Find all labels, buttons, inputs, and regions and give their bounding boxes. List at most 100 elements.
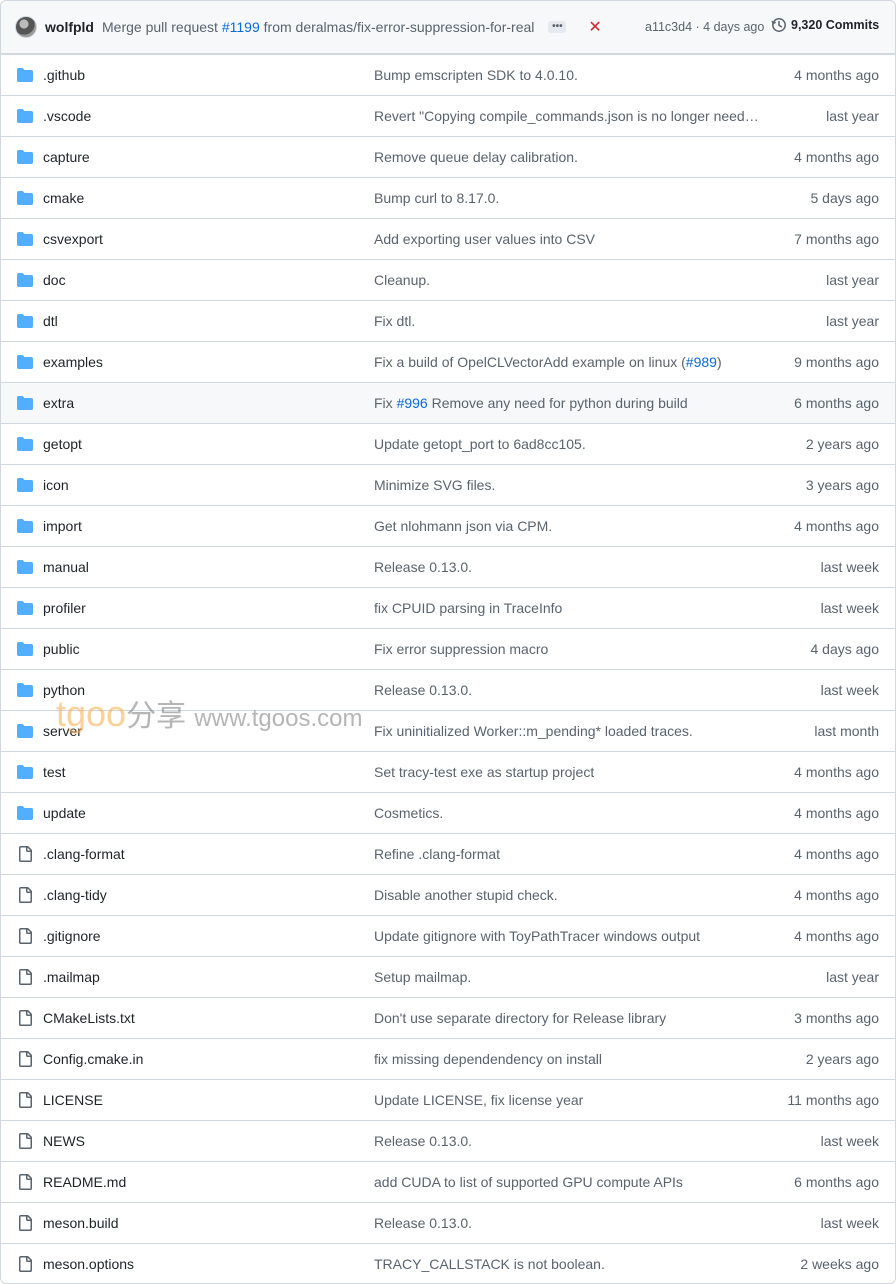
file-row[interactable]: examples Fix a build of OpelCLVectorAdd e… (1, 341, 895, 382)
commit-message-link[interactable]: Release 0.13.0. (374, 1133, 472, 1149)
file-name-link[interactable]: update (43, 805, 86, 821)
commit-age[interactable]: 3 years ago (806, 477, 879, 493)
commit-age[interactable]: 4 months ago (794, 149, 879, 165)
file-name-link[interactable]: server (43, 723, 82, 739)
pull-request-link[interactable]: #1199 (222, 19, 260, 35)
commit-message-link[interactable]: TRACY_CALLSTACK is not boolean. (374, 1256, 605, 1272)
file-row[interactable]: import Get nlohmann json via CPM. 4 months… (1, 505, 895, 546)
commit-message-link[interactable]: Remove queue delay calibration. (374, 149, 578, 165)
check-failed-icon[interactable]: ✕ (588, 17, 601, 37)
file-row[interactable]: .github Bump emscripten SDK to 4.0.10. 4 m… (1, 54, 895, 95)
commit-age[interactable]: 9 months ago (794, 354, 879, 370)
commit-age[interactable]: 7 months ago (794, 231, 879, 247)
commit-message-link[interactable]: Release 0.13.0. (374, 682, 472, 698)
file-name-link[interactable]: Config.cmake.in (43, 1051, 143, 1067)
file-row[interactable]: doc Cleanup. last year (1, 259, 895, 300)
file-row[interactable]: update Cosmetics. 4 months ago (1, 792, 895, 833)
file-row[interactable]: .gitignore Update gitignore with ToyPathT… (1, 915, 895, 956)
file-name-link[interactable]: icon (43, 477, 69, 493)
file-name-link[interactable]: python (43, 682, 85, 698)
file-name-link[interactable]: meson.options (43, 1256, 134, 1272)
commit-message-link[interactable]: Minimize SVG files. (374, 477, 495, 493)
commit-message-link[interactable]: Update gitignore with ToyPathTracer wind… (374, 928, 700, 944)
commit-message-link[interactable]: Revert "Copying compile_commands.json is… (374, 108, 764, 124)
file-name-link[interactable]: CMakeLists.txt (43, 1010, 135, 1026)
file-row[interactable]: python Release 0.13.0. last week (1, 669, 895, 710)
file-name-link[interactable]: .clang-tidy (43, 887, 107, 903)
commit-age[interactable]: 4 months ago (794, 67, 879, 83)
file-row[interactable]: extra Fix #996 Remove any need for python… (1, 382, 895, 423)
file-row[interactable]: public Fix error suppression macro 4 days … (1, 628, 895, 669)
file-row[interactable]: capture Remove queue delay calibration. 4 … (1, 136, 895, 177)
file-row[interactable]: meson.build Release 0.13.0. last week (1, 1202, 895, 1243)
commit-message-link[interactable]: Fix a build of OpelCLVectorAdd example o… (374, 354, 722, 370)
commit-age[interactable]: last year (826, 272, 879, 288)
commit-message-link[interactable]: Release 0.13.0. (374, 559, 472, 575)
file-name-link[interactable]: doc (43, 272, 66, 288)
file-row[interactable]: Config.cmake.in fix missing dependendency… (1, 1038, 895, 1079)
file-row[interactable]: .mailmap Setup mailmap. last year (1, 956, 895, 997)
commit-age[interactable]: last week (821, 1215, 879, 1231)
commit-age[interactable]: 4 months ago (794, 887, 879, 903)
commit-message-link[interactable]: fix CPUID parsing in TraceInfo (374, 600, 562, 616)
file-name-link[interactable]: meson.build (43, 1215, 119, 1231)
commit-age[interactable]: 4 days ago (811, 641, 880, 657)
file-name-link[interactable]: examples (43, 354, 103, 370)
file-name-link[interactable]: .gitignore (43, 928, 101, 944)
commit-age[interactable]: last year (826, 313, 879, 329)
file-name-link[interactable]: import (43, 518, 82, 534)
commit-age[interactable]: 3 months ago (794, 1010, 879, 1026)
file-name-link[interactable]: .clang-format (43, 846, 125, 862)
commit-message[interactable]: Merge pull request #1199 from deralmas/f… (102, 19, 534, 35)
file-row[interactable]: .clang-format Refine .clang-format 4 month… (1, 833, 895, 874)
commit-message-link[interactable]: Cosmetics. (374, 805, 443, 821)
file-name-link[interactable]: profiler (43, 600, 86, 616)
commit-age[interactable]: 2 years ago (806, 436, 879, 452)
commit-message-link[interactable]: Fix #996 Remove any need for python duri… (374, 395, 688, 411)
commit-age[interactable]: 4 months ago (794, 805, 879, 821)
commit-message-link[interactable]: Disable another stupid check. (374, 887, 558, 903)
commit-message-link[interactable]: Update getopt_port to 6ad8cc105. (374, 436, 586, 452)
commit-message-link[interactable]: Cleanup. (374, 272, 430, 288)
commit-age[interactable]: 4 months ago (794, 846, 879, 862)
file-row[interactable]: profiler fix CPUID parsing in TraceInfo la… (1, 587, 895, 628)
file-name-link[interactable]: LICENSE (43, 1092, 103, 1108)
commit-message-link[interactable]: add CUDA to list of supported GPU comput… (374, 1174, 683, 1190)
file-name-link[interactable]: public (43, 641, 80, 657)
file-name-link[interactable]: csvexport (43, 231, 103, 247)
file-row[interactable]: test Set tracy-test exe as startup projec… (1, 751, 895, 792)
avatar[interactable] (15, 16, 37, 38)
file-name-link[interactable]: .vscode (43, 108, 91, 124)
file-row[interactable]: LICENSE Update LICENSE, fix license year 1… (1, 1079, 895, 1120)
commit-message-link[interactable]: Fix dtl. (374, 313, 415, 329)
file-name-link[interactable]: dtl (43, 313, 58, 329)
commit-message-link[interactable]: fix missing dependendency on install (374, 1051, 602, 1067)
commit-age[interactable]: last year (826, 108, 879, 124)
commit-message-link[interactable]: Release 0.13.0. (374, 1215, 472, 1231)
commit-age[interactable]: 2 years ago (806, 1051, 879, 1067)
commit-message-link[interactable]: Fix error suppression macro (374, 641, 548, 657)
file-row[interactable]: CMakeLists.txt Don't use separate directo… (1, 997, 895, 1038)
commit-message-link[interactable]: Update LICENSE, fix license year (374, 1092, 583, 1108)
commit-age[interactable]: last week (821, 682, 879, 698)
file-row[interactable]: NEWS Release 0.13.0. last week (1, 1120, 895, 1161)
file-name-link[interactable]: .mailmap (43, 969, 100, 985)
commit-age[interactable]: last week (821, 600, 879, 616)
expand-message-button[interactable]: ••• (548, 21, 567, 33)
commit-message-link[interactable]: Setup mailmap. (374, 969, 471, 985)
file-name-link[interactable]: manual (43, 559, 89, 575)
file-name-link[interactable]: test (43, 764, 66, 780)
file-name-link[interactable]: README.md (43, 1174, 126, 1190)
file-row[interactable]: icon Minimize SVG files. 3 years ago (1, 464, 895, 505)
commit-sha[interactable]: a11c3d4 · 4 days ago (645, 20, 764, 34)
file-name-link[interactable]: capture (43, 149, 90, 165)
commit-age[interactable]: 4 months ago (794, 764, 879, 780)
file-name-link[interactable]: getopt (43, 436, 82, 452)
file-row[interactable]: manual Release 0.13.0. last week (1, 546, 895, 587)
file-row[interactable]: .vscode Revert "Copying compile_commands.… (1, 95, 895, 136)
file-name-link[interactable]: cmake (43, 190, 84, 206)
file-row[interactable]: cmake Bump curl to 8.17.0. 5 days ago (1, 177, 895, 218)
commit-message-link[interactable]: Refine .clang-format (374, 846, 500, 862)
commits-link[interactable]: 9,320 Commits (771, 17, 879, 33)
file-row[interactable]: csvexport Add exporting user values into … (1, 218, 895, 259)
